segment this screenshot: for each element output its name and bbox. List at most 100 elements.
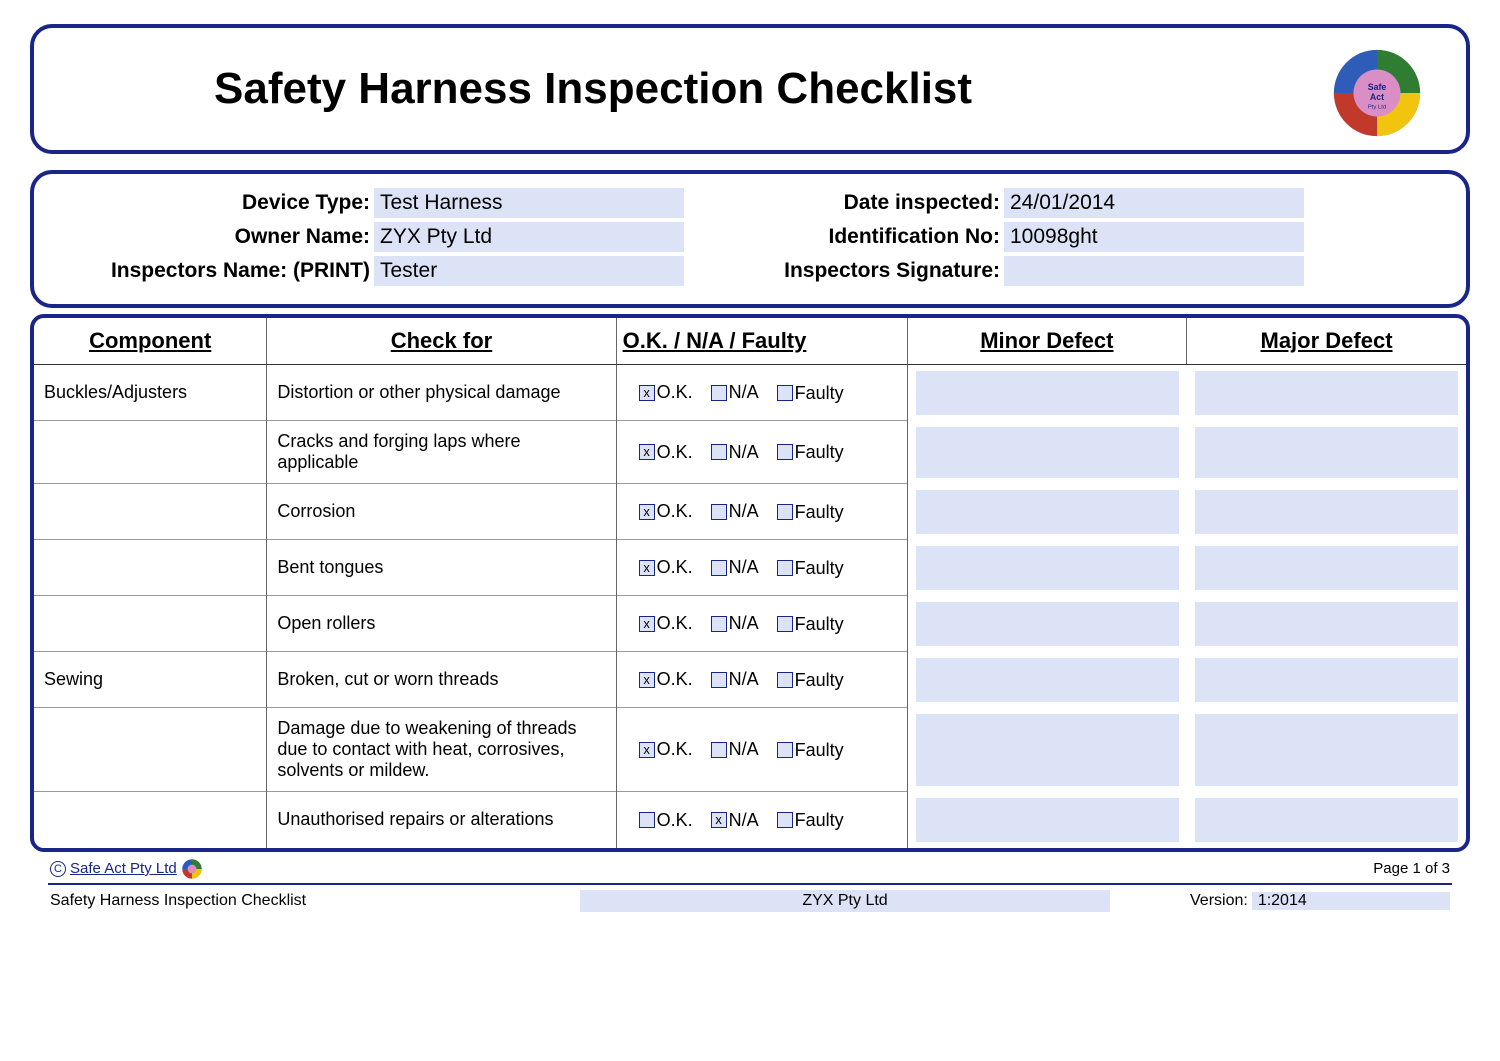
col-status: O.K. / N/A / Faulty	[616, 318, 907, 365]
ok-label: O.K.	[657, 739, 693, 759]
col-check-for: Check for	[267, 318, 616, 365]
table-row: Corrosion O.K. N/A Faulty	[34, 484, 1466, 540]
col-component: Component	[34, 318, 267, 365]
ok-checkbox[interactable]	[639, 742, 655, 758]
date-inspected-label: Date inspected:	[704, 191, 1004, 215]
na-checkbox[interactable]	[711, 616, 727, 632]
major-defect-cell[interactable]	[1187, 365, 1466, 421]
status-cell: O.K. N/A Faulty	[616, 421, 907, 484]
checklist-table-panel: Component Check for O.K. / N/A / Faulty …	[30, 314, 1470, 852]
na-label: N/A	[729, 669, 759, 689]
check-for-cell: Bent tongues	[267, 540, 616, 596]
na-label: N/A	[729, 739, 759, 759]
device-type-value[interactable]: Test Harness	[374, 188, 684, 218]
minor-defect-cell[interactable]	[907, 708, 1186, 792]
component-cell	[34, 484, 267, 540]
faulty-label: Faulty	[795, 739, 844, 759]
status-cell: O.K. N/A Faulty	[616, 484, 907, 540]
status-cell: O.K.N/AFaulty	[616, 596, 907, 652]
ok-checkbox[interactable]	[639, 444, 655, 460]
na-label: N/A	[729, 501, 759, 521]
component-cell: Buckles/Adjusters	[34, 365, 267, 421]
faulty-checkbox[interactable]	[777, 385, 793, 401]
na-checkbox[interactable]	[711, 812, 727, 828]
major-defect-cell[interactable]	[1187, 596, 1466, 652]
ok-checkbox[interactable]	[639, 616, 655, 632]
check-for-cell: Broken, cut or worn threads	[267, 652, 616, 708]
component-cell	[34, 596, 267, 652]
minor-defect-cell[interactable]	[907, 792, 1186, 848]
faulty-label: Faulty	[795, 442, 844, 462]
faulty-label: Faulty	[795, 382, 844, 402]
title-panel: Safety Harness Inspection Checklist Safe…	[30, 24, 1470, 154]
minor-defect-cell[interactable]	[907, 652, 1186, 708]
na-checkbox[interactable]	[711, 444, 727, 460]
component-cell	[34, 421, 267, 484]
ok-checkbox[interactable]	[639, 504, 655, 520]
faulty-checkbox[interactable]	[777, 812, 793, 828]
minor-defect-cell[interactable]	[907, 596, 1186, 652]
copyright-text[interactable]: Safe Act Pty Ltd	[70, 860, 177, 877]
faulty-label: Faulty	[795, 557, 844, 577]
component-cell	[34, 792, 267, 848]
copyright-icon: C	[50, 861, 66, 877]
faulty-checkbox[interactable]	[777, 616, 793, 632]
major-defect-cell[interactable]	[1187, 792, 1466, 848]
fields-panel: Device Type: Test Harness Date inspected…	[30, 170, 1470, 308]
ok-checkbox[interactable]	[639, 385, 655, 401]
page-indicator: Page 1 of 3	[1373, 860, 1450, 877]
version-label: Version:	[1190, 892, 1248, 910]
identification-no-label: Identification No:	[704, 225, 1004, 249]
major-defect-cell[interactable]	[1187, 484, 1466, 540]
checklist-table: Component Check for O.K. / N/A / Faulty …	[34, 318, 1466, 848]
major-defect-cell[interactable]	[1187, 652, 1466, 708]
major-defect-cell[interactable]	[1187, 540, 1466, 596]
na-checkbox[interactable]	[711, 385, 727, 401]
major-defect-cell[interactable]	[1187, 421, 1466, 484]
minor-defect-cell[interactable]	[907, 421, 1186, 484]
faulty-checkbox[interactable]	[777, 742, 793, 758]
faulty-checkbox[interactable]	[777, 444, 793, 460]
check-for-cell: Corrosion	[267, 484, 616, 540]
minor-defect-cell[interactable]	[907, 365, 1186, 421]
na-label: N/A	[729, 557, 759, 577]
check-for-cell: Distortion or other physical damage	[267, 365, 616, 421]
inspectors-name-value[interactable]: Tester	[374, 256, 684, 286]
col-major-defect: Major Defect	[1187, 318, 1466, 365]
check-for-cell: Cracks and forging laps where applicable	[267, 421, 616, 484]
footer-bottom: Safety Harness Inspection Checklist ZYX …	[30, 888, 1470, 912]
ok-checkbox[interactable]	[639, 560, 655, 576]
na-label: N/A	[729, 810, 759, 830]
status-cell: O.K.N/AFaulty	[616, 792, 907, 848]
na-checkbox[interactable]	[711, 672, 727, 688]
na-checkbox[interactable]	[711, 742, 727, 758]
table-row: Unauthorised repairs or alterationsO.K.N…	[34, 792, 1466, 848]
faulty-checkbox[interactable]	[777, 672, 793, 688]
ok-label: O.K.	[657, 557, 693, 577]
ok-label: O.K.	[657, 442, 693, 462]
owner-name-value[interactable]: ZYX Pty Ltd	[374, 222, 684, 252]
minor-defect-cell[interactable]	[907, 484, 1186, 540]
svg-text:Act: Act	[1370, 92, 1384, 102]
na-checkbox[interactable]	[711, 504, 727, 520]
ok-label: O.K.	[657, 669, 693, 689]
identification-no-value[interactable]: 10098ght	[1004, 222, 1304, 252]
inspectors-name-label: Inspectors Name: (PRINT)	[54, 259, 374, 283]
ok-checkbox[interactable]	[639, 812, 655, 828]
page-title: Safety Harness Inspection Checklist	[214, 64, 972, 114]
date-inspected-value[interactable]: 24/01/2014	[1004, 188, 1304, 218]
minor-defect-cell[interactable]	[907, 540, 1186, 596]
major-defect-cell[interactable]	[1187, 708, 1466, 792]
faulty-checkbox[interactable]	[777, 560, 793, 576]
faulty-checkbox[interactable]	[777, 504, 793, 520]
na-label: N/A	[729, 442, 759, 462]
faulty-label: Faulty	[795, 501, 844, 521]
inspectors-signature-value[interactable]	[1004, 256, 1304, 286]
inspectors-signature-label: Inspectors Signature:	[704, 259, 1004, 283]
table-row: Buckles/AdjustersDistortion or other phy…	[34, 365, 1466, 421]
ok-label: O.K.	[657, 501, 693, 521]
ok-checkbox[interactable]	[639, 672, 655, 688]
status-cell: O.K.N/AFaulty	[616, 365, 907, 421]
copyright: C Safe Act Pty Ltd	[50, 858, 203, 880]
na-checkbox[interactable]	[711, 560, 727, 576]
